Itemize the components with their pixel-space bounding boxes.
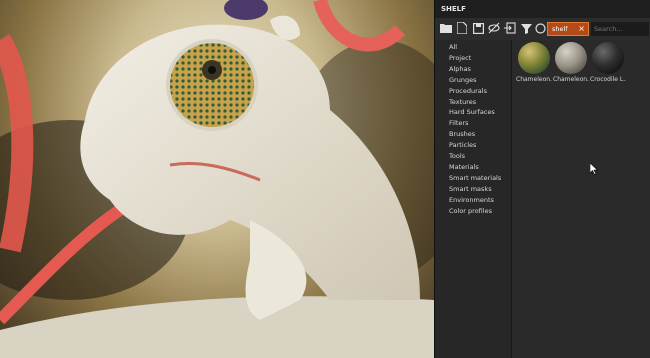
shelf-toolbar: shelf × bbox=[435, 18, 650, 41]
category-smart-materials[interactable]: Smart materials bbox=[449, 174, 501, 182]
category-all[interactable]: All bbox=[449, 43, 457, 51]
category-procedurals[interactable]: Procedurals bbox=[449, 87, 487, 95]
category-filters[interactable]: Filters bbox=[449, 119, 468, 127]
category-project[interactable]: Project bbox=[449, 54, 471, 62]
folder-icon[interactable] bbox=[439, 21, 453, 35]
category-hard-surfaces[interactable]: Hard Surfaces bbox=[449, 108, 495, 116]
material-thumbnail bbox=[555, 42, 587, 74]
hide-icon[interactable] bbox=[487, 21, 501, 35]
resource-item[interactable]: Chameleon... bbox=[516, 42, 552, 83]
resource-item[interactable]: Crocodile L... bbox=[590, 42, 626, 83]
resource-label: Crocodile L... bbox=[590, 76, 626, 83]
resource-item[interactable]: Chameleon... bbox=[553, 42, 589, 83]
resource-label: Chameleon... bbox=[553, 76, 589, 83]
chameleon-render bbox=[0, 0, 434, 358]
category-list: All Project Alphas Grunges Procedurals T… bbox=[435, 40, 512, 358]
category-smart-masks[interactable]: Smart masks bbox=[449, 185, 492, 193]
category-environments[interactable]: Environments bbox=[449, 196, 494, 204]
resource-label: Chameleon... bbox=[516, 76, 552, 83]
save-icon[interactable] bbox=[471, 21, 485, 35]
filter-icon[interactable] bbox=[519, 21, 533, 35]
category-alphas[interactable]: Alphas bbox=[449, 65, 471, 73]
category-color-profiles[interactable]: Color profiles bbox=[449, 207, 492, 215]
shelf-panel: SHELF shelf × All Project Alpha bbox=[434, 0, 650, 358]
import-icon[interactable] bbox=[503, 21, 517, 35]
category-materials[interactable]: Materials bbox=[449, 163, 479, 171]
viewport[interactable] bbox=[0, 0, 434, 358]
filter-tag-label: shelf bbox=[552, 25, 568, 33]
panel-title: SHELF bbox=[435, 0, 650, 18]
cursor-icon bbox=[590, 163, 598, 175]
category-grunges[interactable]: Grunges bbox=[449, 76, 476, 84]
close-icon[interactable]: × bbox=[578, 23, 585, 35]
category-textures[interactable]: Textures bbox=[449, 98, 476, 106]
category-brushes[interactable]: Brushes bbox=[449, 130, 475, 138]
filter-tag: shelf × bbox=[547, 22, 589, 36]
category-tools[interactable]: Tools bbox=[449, 152, 465, 160]
new-file-icon[interactable] bbox=[455, 21, 469, 35]
material-thumbnail bbox=[518, 42, 550, 74]
category-particles[interactable]: Particles bbox=[449, 141, 476, 149]
resource-grid: Chameleon... Chameleon... Crocodile L... bbox=[512, 40, 650, 358]
search-input[interactable] bbox=[591, 22, 649, 36]
circle-icon[interactable] bbox=[533, 21, 547, 35]
material-thumbnail bbox=[592, 42, 624, 74]
